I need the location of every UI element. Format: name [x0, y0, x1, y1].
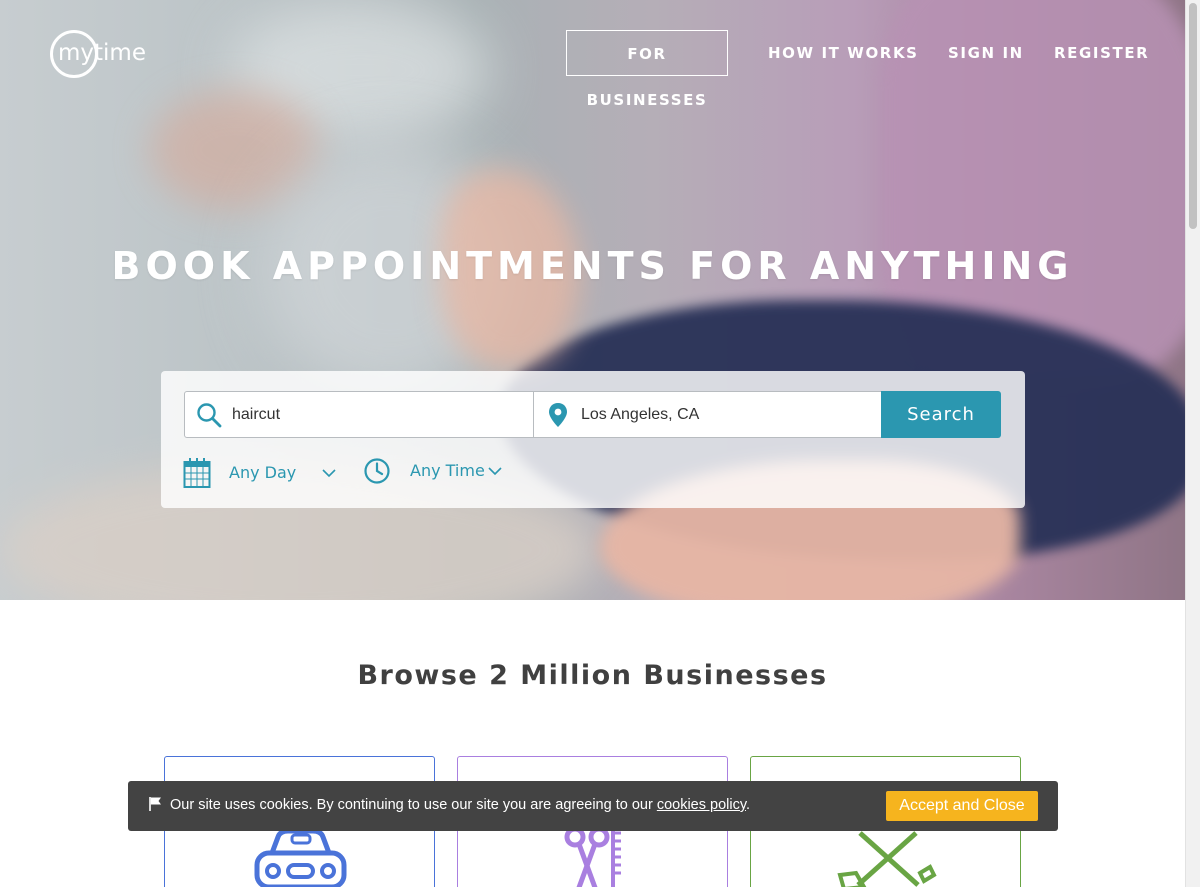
crossed-tools-icon — [837, 831, 937, 887]
car-icon — [254, 828, 347, 887]
nav-register[interactable]: REGISTER — [1054, 30, 1149, 76]
nav-for-businesses[interactable]: FOR BUSINESSES — [566, 30, 728, 109]
page-scrollbar[interactable] — [1185, 0, 1200, 887]
top-nav: FOR BUSINESSES HOW IT WORKS SIGN IN REGI… — [0, 30, 1185, 109]
cookie-consent-bar: Our site uses cookies. By continuing to … — [128, 781, 1058, 831]
chevron-down-icon — [488, 467, 502, 476]
hero-banner: mytime FOR BUSINESSES HOW IT WORKS SIGN … — [0, 0, 1185, 600]
accept-cookies-button[interactable]: Accept and Close — [886, 791, 1038, 821]
cookies-policy-link[interactable]: cookies policy — [657, 797, 746, 813]
clock-icon — [364, 458, 390, 484]
nav-how-it-works[interactable]: HOW IT WORKS — [768, 30, 919, 76]
scrollbar-thumb[interactable] — [1189, 3, 1197, 229]
cookie-message: Our site uses cookies. By continuing to … — [170, 797, 750, 813]
location-input[interactable] — [581, 392, 871, 437]
service-input[interactable] — [232, 392, 522, 437]
day-filter-label: Any Day — [229, 463, 297, 482]
cookie-message-text: Our site uses cookies. By continuing to … — [170, 797, 657, 813]
search-panel: Search Any Day — [161, 371, 1025, 508]
location-pin-icon — [549, 403, 567, 427]
calendar-icon — [183, 458, 211, 488]
chevron-down-icon — [322, 469, 336, 478]
service-search-field — [184, 391, 534, 438]
search-button[interactable]: Search — [881, 391, 1001, 438]
hero-headline: BOOK APPOINTMENTS FOR ANYTHING — [111, 244, 1074, 288]
flag-icon — [149, 797, 161, 811]
time-filter-label: Any Time — [410, 461, 485, 480]
nav-sign-in[interactable]: SIGN IN — [948, 30, 1024, 76]
cookie-message-end: . — [746, 797, 751, 813]
location-search-field — [533, 391, 882, 438]
scissors-comb-icon — [564, 826, 621, 887]
search-icon — [197, 403, 222, 428]
browse-title: Browse 2 Million Businesses — [357, 660, 828, 691]
